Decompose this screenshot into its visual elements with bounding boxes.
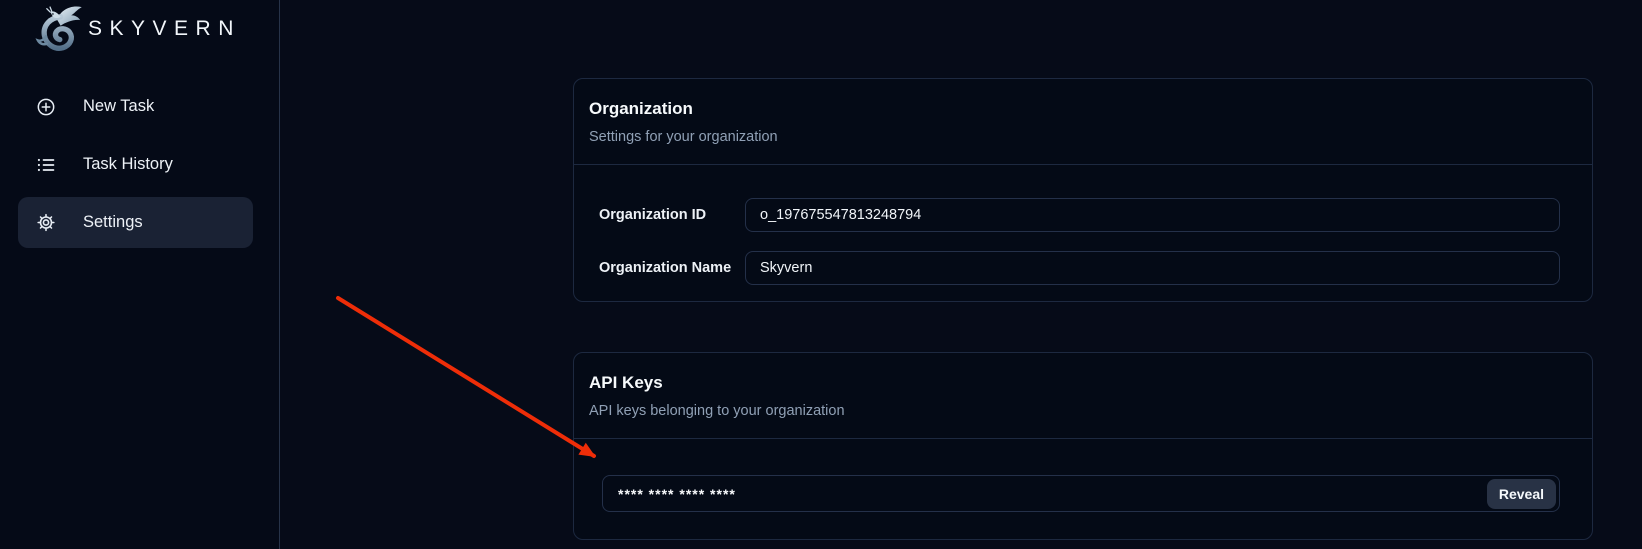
brand-wordmark: SKYVERN: [88, 17, 241, 41]
organization-card-title: Organization: [589, 97, 1577, 121]
organization-name-input[interactable]: [745, 251, 1560, 285]
brand: SKYVERN: [30, 2, 88, 56]
organization-card-header: Organization Settings for your organizat…: [574, 79, 1592, 165]
list-icon: [36, 155, 56, 175]
plus-circle-icon: [36, 97, 56, 117]
dragon-logo: [30, 3, 88, 55]
gear-icon: [36, 213, 56, 233]
api-keys-card-title: API Keys: [589, 371, 1577, 395]
organization-id-label: Organization ID: [599, 207, 733, 223]
sidebar-item-new-task[interactable]: New Task: [18, 81, 253, 132]
organization-card-content: Organization ID Organization Name: [574, 165, 1592, 285]
api-keys-card-content: Reveal: [574, 439, 1592, 512]
app-window: SKYVERN New Task Task History: [0, 0, 1642, 549]
organization-card: Organization Settings for your organizat…: [573, 78, 1593, 302]
organization-id-row: Organization ID: [599, 198, 1560, 232]
sidebar: SKYVERN New Task Task History: [0, 0, 280, 549]
organization-name-label: Organization Name: [599, 260, 733, 276]
api-keys-card-subtitle: API keys belonging to your organization: [589, 401, 1577, 421]
sidebar-item-label: Task History: [83, 155, 173, 174]
api-key-masked-input[interactable]: [602, 475, 1560, 512]
sidebar-item-label: Settings: [83, 213, 143, 232]
sidebar-item-task-history[interactable]: Task History: [18, 139, 253, 190]
organization-name-row: Organization Name: [599, 251, 1560, 285]
organization-card-subtitle: Settings for your organization: [589, 127, 1577, 147]
sidebar-item-label: New Task: [83, 97, 154, 116]
reveal-button[interactable]: Reveal: [1487, 479, 1556, 509]
api-key-field: Reveal: [602, 475, 1560, 512]
api-keys-card: API Keys API keys belonging to your orga…: [573, 352, 1593, 540]
sidebar-item-settings[interactable]: Settings: [18, 197, 253, 248]
organization-id-input[interactable]: [745, 198, 1560, 232]
api-keys-card-header: API Keys API keys belonging to your orga…: [574, 353, 1592, 439]
